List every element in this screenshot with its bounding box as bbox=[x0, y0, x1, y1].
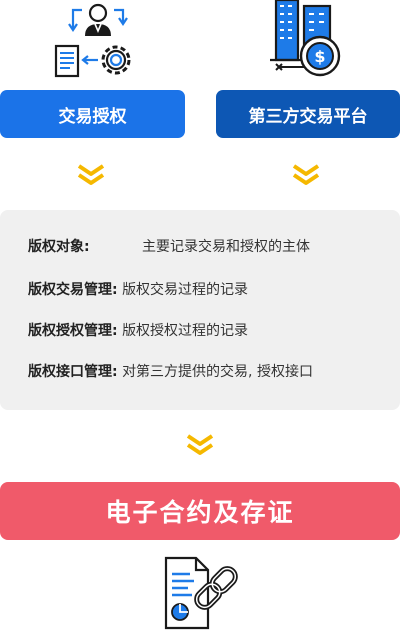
info-row-trade-management: 版权交易管理: 版权交易过程的记录 bbox=[28, 279, 398, 301]
user-document-gear-icon bbox=[54, 3, 131, 78]
trade-authorization-button: 交易授权 bbox=[0, 90, 185, 138]
chevron-down-icon bbox=[186, 434, 214, 455]
chevron-down-icon bbox=[292, 164, 320, 185]
electronic-contract-banner: 电子合约及存证 bbox=[0, 482, 400, 540]
info-row-authorization-management: 版权授权管理: 版权授权过程的记录 bbox=[28, 320, 398, 342]
chevron-down-icon bbox=[77, 164, 105, 185]
info-value: 对第三方提供的交易, 授权接口 bbox=[122, 364, 313, 380]
info-value: 主要记录交易和授权的主体 bbox=[142, 239, 310, 255]
info-key: 版权对象: bbox=[28, 239, 90, 255]
third-party-platform-button: 第三方交易平台 bbox=[216, 90, 400, 138]
info-key: 版权接口管理: bbox=[28, 364, 118, 380]
info-row-object: 版权对象: 主要记录交易和授权的主体 bbox=[28, 236, 398, 258]
info-value: 版权交易过程的记录 bbox=[122, 282, 249, 298]
info-row-interface-management: 版权接口管理: 对第三方提供的交易, 授权接口 bbox=[28, 361, 398, 383]
info-key: 版权交易管理: bbox=[28, 282, 118, 298]
svg-text:$: $ bbox=[314, 47, 325, 66]
info-key: 版权授权管理: bbox=[28, 323, 118, 339]
buildings-coin-icon: $ bbox=[270, 0, 341, 77]
info-value: 版权授权过程的记录 bbox=[122, 323, 249, 339]
document-chain-link-icon bbox=[164, 556, 238, 630]
